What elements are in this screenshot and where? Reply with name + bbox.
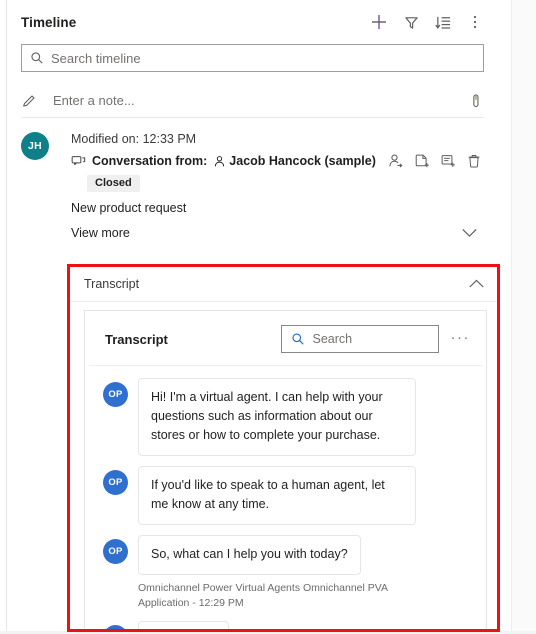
view-more-row[interactable]: View more <box>71 226 482 246</box>
list-item: CU Store hours <box>103 621 476 629</box>
conversation-from-row: Conversation from: Jacob Hancock (sample… <box>71 153 482 169</box>
transcript-search-placeholder: Search <box>312 332 353 346</box>
note-input-row[interactable]: Enter a note... <box>21 84 484 118</box>
activity-subject: New product request <box>71 201 187 215</box>
add-note-icon[interactable] <box>440 153 456 169</box>
message-bubble: If you'd like to speak to a human agent,… <box>138 466 416 525</box>
transcript-section-header[interactable]: Transcript <box>70 267 497 302</box>
outer-gutter-outer <box>511 0 536 634</box>
page-title: Timeline <box>21 14 77 30</box>
transcript-more-options-icon[interactable]: ··· <box>451 330 471 349</box>
message-column: So, what can I help you with today? Omni… <box>138 535 476 611</box>
activity-actions <box>380 153 482 169</box>
status-badge-row: Closed <box>71 173 482 192</box>
search-input[interactable]: Search timeline <box>21 44 484 72</box>
list-item: OP So, what can I help you with today? O… <box>103 535 476 611</box>
modified-on-label: Modified on: 12:33 PM <box>71 132 197 146</box>
activity-card: Modified on: 12:33 PM Conversation from: <box>61 130 488 246</box>
paperclip-icon[interactable] <box>462 93 484 109</box>
conversation-icon <box>71 154 86 169</box>
timeline-activity-item[interactable]: JH Modified on: 12:33 PM Conversation fr… <box>7 118 498 246</box>
avatar: OP <box>103 539 128 564</box>
message-column: Store hours <box>138 621 476 629</box>
timeline-header-actions <box>364 7 490 37</box>
chevron-down-icon[interactable] <box>461 228 482 238</box>
transcript-card: Transcript Search ··· OP Hi! I'm a virtu… <box>84 310 487 629</box>
sort-icon[interactable] <box>428 7 458 37</box>
app-root: Timeline Search timeline Enter a note...… <box>0 0 536 634</box>
status-badge: Closed <box>87 175 140 192</box>
pencil-icon <box>21 93 43 109</box>
list-item: OP If you'd like to speak to a human age… <box>103 466 476 525</box>
transcript-section: Transcript Transcript Search ··· OP Hi! … <box>70 267 497 629</box>
message-meta: Omnichannel Power Virtual Agents Omnicha… <box>138 582 388 610</box>
add-document-icon[interactable] <box>414 153 430 169</box>
avatar: JH <box>21 132 49 160</box>
avatar: CU <box>103 625 128 629</box>
message-bubble: So, what can I help you with today? <box>138 535 361 575</box>
transcript-search-input[interactable]: Search <box>280 325 439 353</box>
timeline-header: Timeline <box>7 0 498 44</box>
chevron-up-icon[interactable] <box>468 279 485 289</box>
conversation-person-link[interactable]: Jacob Hancock (sample) <box>229 154 376 168</box>
assign-user-icon[interactable] <box>388 153 404 169</box>
note-placeholder: Enter a note... <box>53 93 135 108</box>
person-icon <box>213 155 226 168</box>
message-column: Hi! I'm a virtual agent. I can help with… <box>138 378 476 456</box>
add-icon[interactable] <box>364 7 394 37</box>
avatar: OP <box>103 470 128 495</box>
delete-icon[interactable] <box>466 153 482 169</box>
avatar: OP <box>103 382 128 407</box>
message-bubble: Store hours <box>138 621 229 629</box>
conversation-from-label: Conversation from: <box>92 154 208 168</box>
view-more-label[interactable]: View more <box>71 226 130 240</box>
transcript-section-label: Transcript <box>84 277 140 291</box>
message-bubble: Hi! I'm a virtual agent. I can help with… <box>138 378 416 456</box>
transcript-message-list: OP Hi! I'm a virtual agent. I can help w… <box>85 366 486 629</box>
search-placeholder: Search timeline <box>51 50 141 66</box>
message-column: If you'd like to speak to a human agent,… <box>138 466 476 525</box>
transcript-card-title: Transcript <box>105 331 168 347</box>
search-icon <box>291 332 305 346</box>
search-icon <box>30 51 44 65</box>
list-item: OP Hi! I'm a virtual agent. I can help w… <box>103 378 476 456</box>
transcript-card-header: Transcript Search ··· <box>89 311 482 366</box>
more-options-icon[interactable] <box>460 7 490 37</box>
filter-icon[interactable] <box>396 7 426 37</box>
transcript-highlight-box: Transcript Transcript Search ··· OP Hi! … <box>67 264 500 632</box>
